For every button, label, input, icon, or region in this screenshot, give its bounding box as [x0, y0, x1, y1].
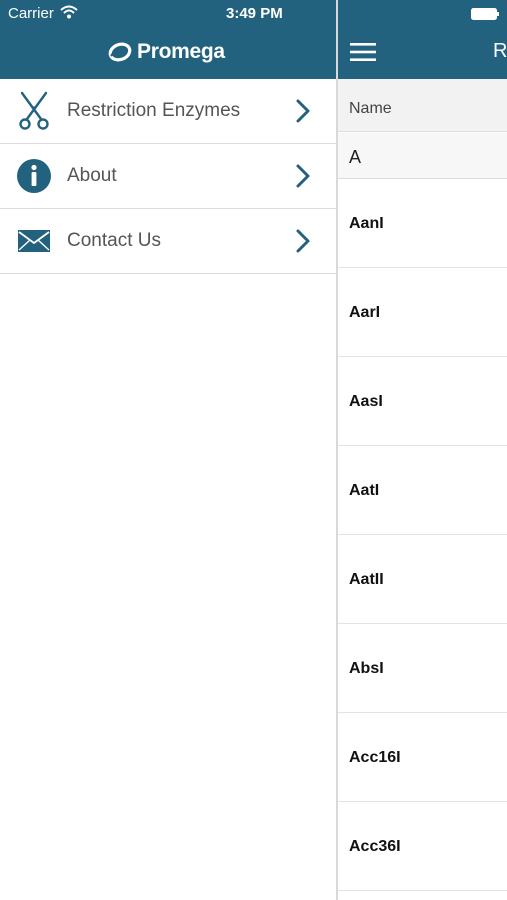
enzyme-name: AbsI [349, 660, 384, 677]
scissors-icon [15, 91, 53, 131]
enzyme-list-pane: R Name A AanI AarI AasI AatI AatII AbsI … [336, 0, 507, 900]
enzyme-name: AatI [349, 482, 380, 499]
enzyme-row[interactable]: AanI [338, 179, 507, 268]
envelope-icon [15, 221, 53, 261]
enzyme-row[interactable]: AatII [338, 535, 507, 624]
chevron-right-icon [296, 99, 310, 123]
column-header-name[interactable]: Name [338, 79, 507, 132]
app-screen: Carrier 3:49 PM Promega Restriction Enzy… [0, 0, 507, 900]
content-header: R [338, 0, 507, 79]
enzyme-row[interactable]: AarI [338, 268, 507, 357]
menu-item-about[interactable]: About [0, 144, 336, 209]
wifi-icon [60, 5, 78, 19]
menu-item-restriction-enzymes[interactable]: Restriction Enzymes [0, 79, 336, 144]
enzyme-list: AanI AarI AasI AatI AatII AbsI Acc16I Ac… [338, 179, 507, 891]
status-bar: Carrier 3:49 PM [0, 0, 336, 28]
section-header-label: A [349, 147, 362, 167]
enzyme-row[interactable]: AatI [338, 446, 507, 535]
page-title: R [493, 40, 507, 62]
promega-logo-mark-icon [108, 42, 132, 62]
menu-header: Carrier 3:49 PM Promega [0, 0, 336, 79]
menu-list: Restriction Enzymes About Contact Us [0, 79, 336, 274]
status-time: 3:49 PM [226, 5, 283, 22]
enzyme-name: AarI [349, 304, 381, 321]
menu-item-label: About [67, 165, 117, 186]
menu-item-label: Restriction Enzymes [67, 100, 241, 121]
enzyme-name: Acc16I [349, 749, 401, 766]
section-header: A [338, 133, 507, 179]
enzyme-name: AanI [349, 215, 384, 232]
enzyme-row[interactable]: AasI [338, 357, 507, 446]
enzyme-row[interactable]: AbsI [338, 624, 507, 713]
hamburger-menu-icon[interactable] [349, 40, 377, 64]
enzyme-row[interactable]: Acc36I [338, 802, 507, 891]
menu-item-label: Contact Us [67, 230, 161, 251]
enzyme-name: Acc36I [349, 838, 401, 855]
enzyme-name: AatII [349, 571, 384, 588]
side-menu: Carrier 3:49 PM Promega Restriction Enzy… [0, 0, 336, 900]
enzyme-row[interactable]: Acc16I [338, 713, 507, 802]
logo-text: Promega [137, 40, 225, 63]
chevron-right-icon [296, 229, 310, 253]
battery-icon [471, 8, 499, 20]
info-icon [15, 156, 53, 196]
chevron-right-icon [296, 164, 310, 188]
promega-logo: Promega [108, 38, 225, 66]
carrier-label: Carrier [8, 5, 54, 22]
enzyme-name: AasI [349, 393, 383, 410]
column-header-label: Name [349, 100, 392, 117]
menu-item-contact-us[interactable]: Contact Us [0, 209, 336, 274]
